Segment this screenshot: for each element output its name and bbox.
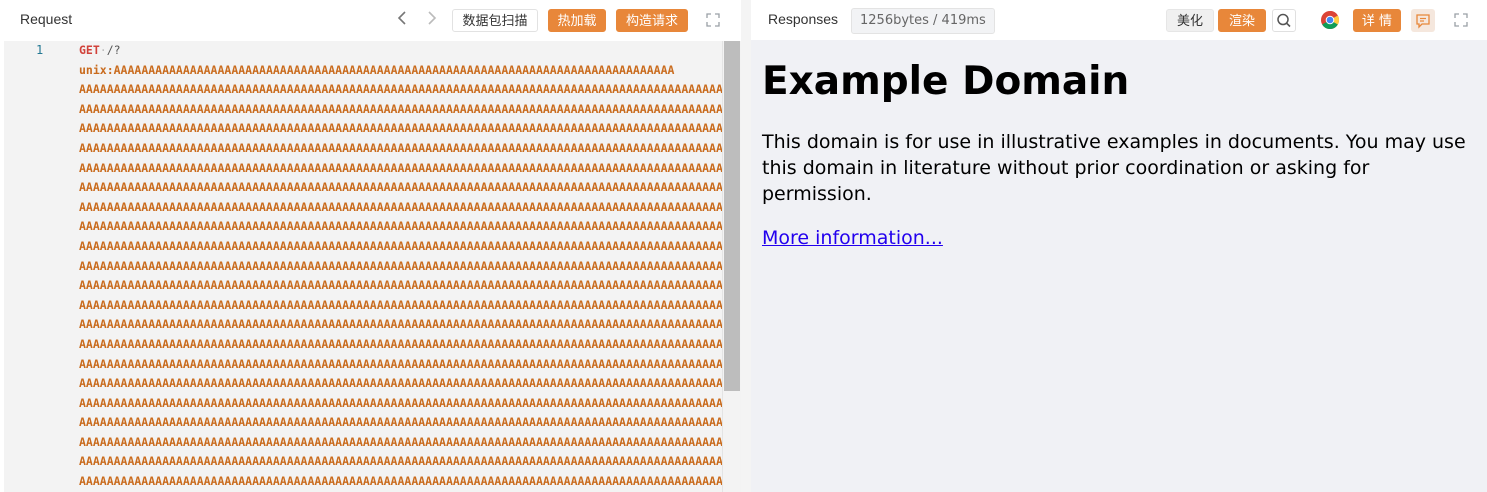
body-line: AAAAAAAAAAAAAAAAAAAAAAAAAAAAAAAAAAAAAAAA… <box>79 178 724 198</box>
request-editor[interactable]: 1 GET·/? unix:AAAAAAAAAAAAAAAAAAAAAAAAAA… <box>4 41 741 492</box>
beautify-button[interactable]: 美化 <box>1166 9 1214 32</box>
body-line: AAAAAAAAAAAAAAAAAAAAAAAAAAAAAAAAAAAAAAAA… <box>79 355 724 375</box>
body-line: AAAAAAAAAAAAAAAAAAAAAAAAAAAAAAAAAAAAAAAA… <box>79 119 724 139</box>
body-line: AAAAAAAAAAAAAAAAAAAAAAAAAAAAAAAAAAAAAAAA… <box>79 257 724 277</box>
line-gutter: 1 <box>4 41 66 492</box>
body-first-text: AAAAAAAAAAAAAAAAAAAAAAAAAAAAAAAAAAAAAAAA… <box>113 62 675 77</box>
expand-icon[interactable] <box>1454 13 1468 32</box>
scan-packet-button[interactable]: 数据包扫描 <box>452 9 538 32</box>
body-line-first: unix:AAAAAAAAAAAAAAAAAAAAAAAAAAAAAAAAAAA… <box>79 61 724 81</box>
request-title: Request <box>20 11 73 27</box>
body-line: AAAAAAAAAAAAAAAAAAAAAAAAAAAAAAAAAAAAAAAA… <box>79 433 724 453</box>
render-button[interactable]: 渲染 <box>1218 9 1266 32</box>
http-method: GET <box>79 43 100 57</box>
body-line: AAAAAAAAAAAAAAAAAAAAAAAAAAAAAAAAAAAAAAAA… <box>79 394 724 414</box>
body-line: AAAAAAAAAAAAAAAAAAAAAAAAAAAAAAAAAAAAAAAA… <box>79 452 724 472</box>
body-line: AAAAAAAAAAAAAAAAAAAAAAAAAAAAAAAAAAAAAAAA… <box>79 472 724 492</box>
line-number: 1 <box>36 43 44 57</box>
scrollbar-thumb[interactable] <box>724 41 740 391</box>
request-code[interactable]: GET·/? unix:AAAAAAAAAAAAAAAAAAAAAAAAAAAA… <box>79 41 724 492</box>
body-line: AAAAAAAAAAAAAAAAAAAAAAAAAAAAAAAAAAAAAAAA… <box>79 237 724 257</box>
search-icon[interactable] <box>1272 9 1296 32</box>
hot-load-button[interactable]: 热加载 <box>548 9 606 32</box>
body-line: AAAAAAAAAAAAAAAAAAAAAAAAAAAAAAAAAAAAAAAA… <box>79 139 724 159</box>
panel-divider[interactable] <box>741 0 751 492</box>
comment-icon[interactable] <box>1411 9 1435 32</box>
body-line: AAAAAAAAAAAAAAAAAAAAAAAAAAAAAAAAAAAAAAAA… <box>79 335 724 355</box>
chevron-left-icon[interactable] <box>392 9 412 31</box>
scrollbar-track <box>722 41 723 492</box>
request-line: GET·/? <box>79 43 121 57</box>
rendered-heading: Example Domain <box>762 59 1130 104</box>
response-title: Responses <box>768 11 839 27</box>
request-header: Request 数据包扫描 热加载 构造请求 <box>4 0 741 40</box>
body-line: AAAAAAAAAAAAAAAAAAAAAAAAAAAAAAAAAAAAAAAA… <box>79 374 724 394</box>
body-line: AAAAAAAAAAAAAAAAAAAAAAAAAAAAAAAAAAAAAAAA… <box>79 159 724 179</box>
more-information-link[interactable]: More information... <box>762 227 943 249</box>
chevron-right-icon[interactable] <box>422 9 442 31</box>
body-line: AAAAAAAAAAAAAAAAAAAAAAAAAAAAAAAAAAAAAAAA… <box>79 296 724 316</box>
response-stats-badge: 1256bytes / 419ms <box>851 8 995 34</box>
body-line: AAAAAAAAAAAAAAAAAAAAAAAAAAAAAAAAAAAAAAAA… <box>79 276 724 296</box>
response-panel: Responses 1256bytes / 419ms 美化 渲染 详 情 Ex… <box>751 0 1487 492</box>
chrome-icon[interactable] <box>1320 10 1340 35</box>
build-request-button[interactable]: 构造请求 <box>616 9 688 32</box>
body-line: AAAAAAAAAAAAAAAAAAAAAAAAAAAAAAAAAAAAAAAA… <box>79 100 724 120</box>
response-header: Responses 1256bytes / 419ms 美化 渲染 详 情 <box>751 0 1487 40</box>
body-line: AAAAAAAAAAAAAAAAAAAAAAAAAAAAAAAAAAAAAAAA… <box>79 217 724 237</box>
body-line: AAAAAAAAAAAAAAAAAAAAAAAAAAAAAAAAAAAAAAAA… <box>79 198 724 218</box>
rendered-paragraph: This domain is for use in illustrative e… <box>762 131 1466 205</box>
body-line: AAAAAAAAAAAAAAAAAAAAAAAAAAAAAAAAAAAAAAAA… <box>79 413 724 433</box>
body-line: AAAAAAAAAAAAAAAAAAAAAAAAAAAAAAAAAAAAAAAA… <box>79 315 724 335</box>
body-prefix: unix: <box>79 62 114 77</box>
expand-icon[interactable] <box>706 13 720 32</box>
request-path: /? <box>106 43 121 57</box>
request-panel: Request 数据包扫描 热加载 构造请求 1 GET·/? unix:AAA… <box>4 0 741 492</box>
details-button[interactable]: 详 情 <box>1353 9 1401 32</box>
body-line: AAAAAAAAAAAAAAAAAAAAAAAAAAAAAAAAAAAAAAAA… <box>79 80 724 100</box>
rendered-page: Example Domain This domain is for use in… <box>762 62 1477 249</box>
